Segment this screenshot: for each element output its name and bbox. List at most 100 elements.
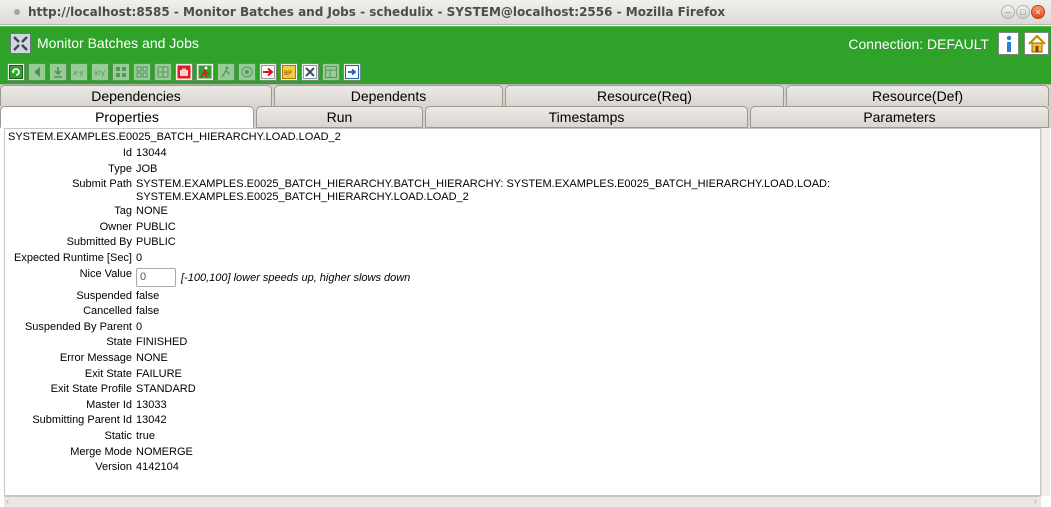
scroll-left-icon[interactable]: ‹ bbox=[6, 496, 9, 506]
download-icon[interactable] bbox=[49, 62, 67, 81]
property-label: Nice Value bbox=[79, 267, 132, 280]
nice-value-input[interactable]: 0 bbox=[136, 268, 176, 288]
property-label: Suspended bbox=[76, 289, 132, 302]
refresh-icon[interactable] bbox=[7, 62, 25, 81]
property-row: Suspended false bbox=[5, 289, 1040, 305]
xy-icon[interactable]: x-y bbox=[70, 62, 88, 81]
property-row: Exit State FAILURE bbox=[5, 367, 1040, 383]
property-label: Submitted By bbox=[66, 236, 132, 249]
window-title: http://localhost:8585 - Monitor Batches … bbox=[28, 5, 726, 19]
property-label: Id bbox=[122, 147, 132, 159]
property-row: Type JOB bbox=[5, 162, 1040, 178]
svg-text:x!y: x!y bbox=[94, 69, 105, 77]
property-row: Exit State Profile STANDARD bbox=[5, 382, 1040, 398]
window-menu-icon[interactable] bbox=[14, 9, 20, 15]
tab-row-top: Dependencies Dependents Resource(Req) Re… bbox=[0, 84, 1051, 107]
app-title: Monitor Batches and Jobs bbox=[37, 35, 199, 51]
table-icon[interactable] bbox=[322, 62, 340, 81]
submit-path-value: SYSTEM.EXAMPLES.E0025_BATCH_HIERARCHY.BA… bbox=[136, 177, 1040, 204]
tab-resource-req[interactable]: Resource(Req) bbox=[505, 85, 784, 107]
property-row: Error Message NONE bbox=[5, 351, 1040, 367]
property-label: Tag bbox=[114, 205, 132, 218]
forward-arrow-icon[interactable] bbox=[259, 62, 277, 81]
connection-label: Connection: DEFAULT bbox=[848, 36, 989, 52]
property-row: Nice Value 0 [-100,100] lower speeds up, h… bbox=[5, 267, 1040, 289]
home-icon[interactable] bbox=[1024, 32, 1049, 55]
tab-dependents[interactable]: Dependents bbox=[274, 85, 503, 107]
property-label: Master Id bbox=[86, 398, 132, 411]
property-row: Submitted By PUBLIC bbox=[5, 235, 1040, 251]
property-value: PUBLIC bbox=[136, 220, 176, 233]
horizontal-scrollbar[interactable]: ‹ › bbox=[4, 496, 1041, 507]
property-value: 13033 bbox=[136, 398, 167, 411]
property-value: JOB bbox=[136, 162, 158, 175]
run-disabled-icon[interactable] bbox=[217, 62, 235, 81]
property-row: Master Id 13033 bbox=[5, 398, 1040, 414]
property-row: Submit Path SYSTEM.EXAMPLES.E0025_BATCH_H… bbox=[5, 177, 1040, 204]
vertical-scrollbar[interactable] bbox=[1041, 128, 1050, 496]
run-icon[interactable] bbox=[196, 62, 214, 81]
minimize-icon[interactable]: – bbox=[1001, 5, 1015, 19]
property-label: Submitting Parent Id bbox=[32, 414, 132, 427]
property-value: PUBLIC bbox=[136, 236, 176, 249]
navigate-icon[interactable] bbox=[343, 62, 361, 81]
nice-value-hint: [-100,100] lower speeds up, higher slows… bbox=[181, 271, 411, 284]
property-value: 4142104 bbox=[136, 461, 179, 474]
tab-properties[interactable]: Properties bbox=[0, 106, 254, 128]
property-row: Owner PUBLIC bbox=[5, 220, 1040, 236]
tab-dependencies[interactable]: Dependencies bbox=[0, 85, 272, 107]
scroll-right-icon[interactable]: › bbox=[1034, 496, 1037, 506]
submit-path-line-1: SYSTEM.EXAMPLES.E0025_BATCH_HIERARCHY.BA… bbox=[136, 178, 831, 191]
property-label: Type bbox=[108, 162, 132, 175]
property-row: Id 13044 bbox=[5, 146, 1040, 162]
property-value: 0 bbox=[136, 320, 143, 333]
xy-set-icon[interactable]: x!y bbox=[91, 62, 109, 81]
svg-text:x-y: x-y bbox=[73, 69, 84, 77]
property-label: Submit Path bbox=[72, 178, 132, 191]
submit-path-line-2: SYSTEM.EXAMPLES.E0025_BATCH_HIERARCHY.LO… bbox=[136, 191, 469, 204]
expand-grid-icon[interactable] bbox=[112, 62, 130, 81]
property-value: FINISHED bbox=[136, 336, 188, 349]
split-grid-icon[interactable] bbox=[154, 62, 172, 81]
property-value: true bbox=[136, 429, 155, 442]
property-value: NONE bbox=[136, 205, 168, 218]
tab-row-bottom: Properties Run Timestamps Parameters bbox=[0, 106, 1051, 128]
job-path: SYSTEM.EXAMPLES.E0025_BATCH_HIERARCHY.LO… bbox=[8, 131, 341, 143]
property-value: 13044 bbox=[136, 147, 167, 159]
property-row: Merge Mode NOMERGE bbox=[5, 445, 1040, 461]
tab-run[interactable]: Run bbox=[256, 106, 423, 128]
property-label: Merge Mode bbox=[70, 445, 132, 458]
property-label: Cancelled bbox=[83, 305, 132, 318]
window-titlebar: http://localhost:8585 - Monitor Batches … bbox=[0, 0, 1051, 25]
maximize-icon[interactable]: □ bbox=[1016, 5, 1030, 19]
property-label: Expected Runtime [Sec] bbox=[13, 251, 132, 264]
property-row: Tag NONE bbox=[5, 204, 1040, 220]
property-value: STANDARD bbox=[136, 383, 196, 396]
property-row: Version 4142104 bbox=[5, 460, 1040, 476]
back-icon[interactable] bbox=[28, 62, 46, 81]
property-value: false bbox=[136, 289, 160, 302]
target-icon[interactable] bbox=[238, 62, 256, 81]
bp-icon[interactable]: BP bbox=[280, 62, 298, 81]
window-controls: – □ × bbox=[1000, 5, 1045, 19]
property-row: Expected Runtime [Sec] 0 bbox=[5, 251, 1040, 267]
svg-text:BP: BP bbox=[284, 70, 292, 77]
property-label: Suspended By Parent bbox=[24, 320, 132, 333]
close-icon[interactable]: × bbox=[1031, 5, 1045, 19]
property-value: NOMERGE bbox=[136, 445, 193, 458]
property-value: NONE bbox=[136, 351, 168, 364]
cancel-x-icon[interactable] bbox=[301, 62, 319, 81]
property-value: 0 bbox=[136, 251, 143, 264]
tab-parameters[interactable]: Parameters bbox=[750, 106, 1049, 128]
property-list: Id 13044 Type JOB Submit Path SYSTEM.EXAMPL… bbox=[5, 146, 1040, 476]
property-label: Static bbox=[104, 429, 132, 442]
property-label: Exit State bbox=[84, 367, 132, 380]
collapse-grid-icon[interactable] bbox=[133, 62, 151, 81]
tab-resource-def[interactable]: Resource(Def) bbox=[786, 85, 1049, 107]
property-label: Exit State Profile bbox=[50, 383, 132, 396]
stop-hand-icon[interactable] bbox=[175, 62, 193, 81]
info-icon[interactable] bbox=[998, 32, 1019, 55]
nice-value-cell: 0 [-100,100] lower speeds up, higher slow… bbox=[136, 267, 1040, 289]
property-value: 13042 bbox=[136, 414, 167, 427]
tab-timestamps[interactable]: Timestamps bbox=[425, 106, 748, 128]
